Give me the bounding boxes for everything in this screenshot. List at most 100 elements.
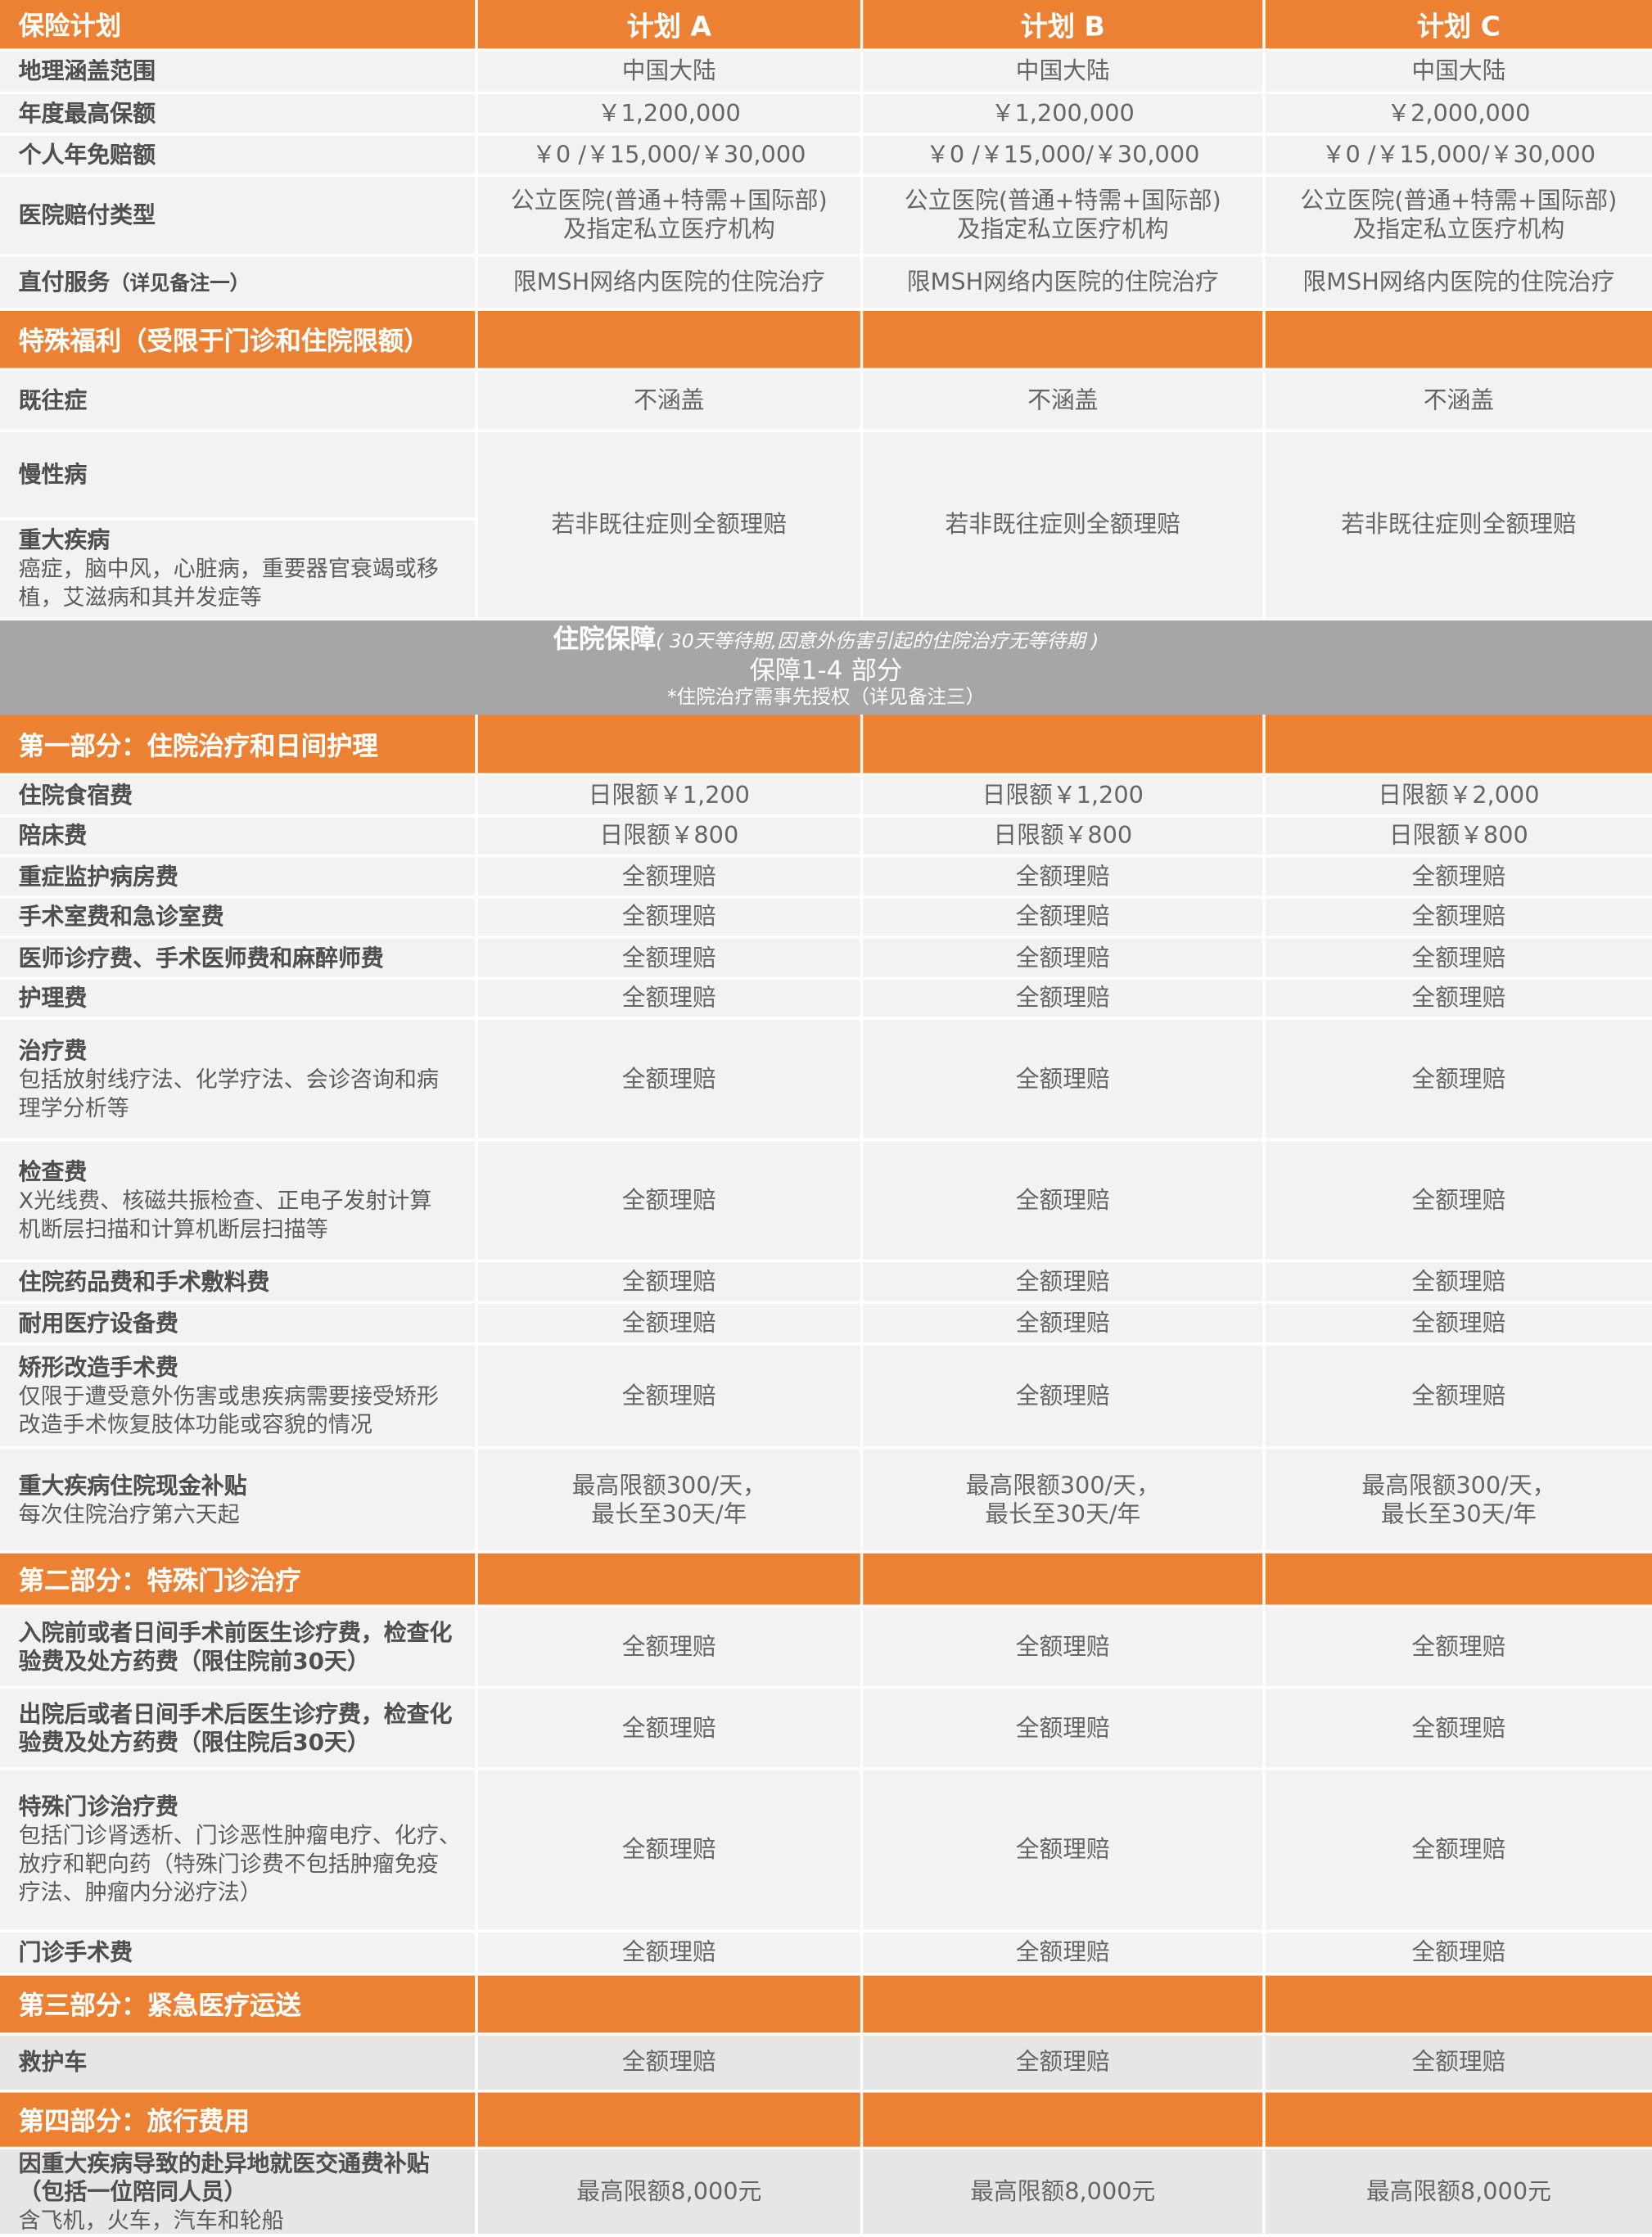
row-value: 最高限额8,000元 bbox=[1365, 2177, 1551, 2205]
section-header-part1: 第一部分：住院治疗和日间护理 bbox=[0, 715, 1652, 777]
row-label: 门诊手术费 bbox=[18, 1938, 133, 1966]
plan-c-header: 计划 C bbox=[1265, 0, 1652, 52]
row-value: 限MSH网络内医院的住院治疗 bbox=[512, 268, 825, 295]
row-value: 全额理赔 bbox=[1015, 1186, 1110, 1214]
row-value: 全额理赔 bbox=[1015, 1381, 1110, 1409]
row-label: 地理涵盖范围 bbox=[18, 56, 156, 84]
row-label: 重症监护病房费 bbox=[18, 862, 178, 890]
row-sublabel: 放疗和靶向药（特殊门诊费不包括肿瘤免疫 bbox=[18, 1851, 439, 1878]
row-value: 日限额￥1,200 bbox=[982, 781, 1144, 809]
row-label: 因重大疾病导致的赴异地就医交通费补贴 bbox=[18, 2149, 430, 2176]
row-value: 全额理赔 bbox=[1411, 862, 1506, 890]
section-title: 第一部分：住院治疗和日间护理 bbox=[0, 715, 478, 777]
row-sublabel: 仅限于遭受意外伤害或患疾病需要接受矫形 bbox=[18, 1382, 439, 1409]
row-value: 中国大陆 bbox=[1015, 56, 1110, 84]
row-label: 既往症 bbox=[18, 386, 88, 413]
row-value: 全额理赔 bbox=[1411, 1632, 1506, 1660]
row-value: 日限额￥800 bbox=[599, 821, 739, 849]
row-value: 最高限额300/天， bbox=[571, 1471, 766, 1499]
row-label: 直付服务（详见备注一） bbox=[18, 267, 250, 295]
row-sublabel: X光线费、核磁共振检查、正电子发射计算 bbox=[18, 1187, 432, 1214]
table-row: 救护车 全额理赔 全额理赔 全额理赔 bbox=[0, 2035, 1652, 2093]
table-row: 个人年免赔额 ￥0 /￥15,000/￥30,000 ￥0 /￥15,000/￥… bbox=[0, 135, 1652, 178]
row-label: 手术室费和急诊室费 bbox=[18, 903, 224, 931]
row-value: 全额理赔 bbox=[1015, 984, 1110, 1012]
row-value: 全额理赔 bbox=[1411, 1064, 1506, 1093]
row-label: 陪床费 bbox=[18, 821, 88, 849]
row-value: 最长至30天/年 bbox=[1380, 1500, 1537, 1527]
table-row: 门诊手术费 全额理赔 全额理赔 全额理赔 bbox=[0, 1933, 1652, 1976]
row-value: 日限额￥800 bbox=[1388, 821, 1528, 849]
row-value: ￥1,200,000 bbox=[991, 99, 1135, 127]
row-value: 最长至30天/年 bbox=[985, 1500, 1141, 1527]
merged-value-c: 若非既往症则全额理赔 bbox=[1265, 432, 1652, 621]
row-value: 全额理赔 bbox=[1411, 1308, 1506, 1337]
table-row: 重大疾病住院现金补贴 每次住院治疗第六天起 最高限额300/天， 最长至30天/年… bbox=[0, 1449, 1652, 1554]
row-value: 全额理赔 bbox=[621, 943, 716, 971]
section-title: 特殊福利（受限于门诊和住院限额） bbox=[0, 310, 478, 372]
banner-title-note: ( 30天等待期,因意外伤害引起的住院治疗无等待期 ) bbox=[656, 630, 1099, 654]
table-row: 矫形改造手术费 仅限于遭受意外伤害或患疾病需要接受矫形 改造手术恢复肢体功能或容… bbox=[0, 1345, 1652, 1450]
row-value: 中国大陆 bbox=[1411, 56, 1506, 84]
row-value: 限MSH网络内医院的住院治疗 bbox=[1302, 268, 1615, 295]
inpatient-banner: 住院保障( 30天等待期,因意外伤害引起的住院治疗无等待期 ) 保障1-4 部分… bbox=[0, 620, 1652, 715]
row-value: 全额理赔 bbox=[621, 984, 716, 1012]
row-value: 不涵盖 bbox=[1423, 386, 1495, 413]
row-value: 全额理赔 bbox=[1015, 943, 1110, 971]
row-value: 全额理赔 bbox=[1411, 943, 1506, 971]
row-label: 住院食宿费 bbox=[18, 781, 133, 809]
row-value: 全额理赔 bbox=[1411, 1267, 1506, 1295]
row-value: 全额理赔 bbox=[1015, 1713, 1110, 1741]
merged-value-b: 若非既往症则全额理赔 bbox=[863, 432, 1266, 621]
row-value: 及指定私立医疗机构 bbox=[956, 215, 1169, 243]
table-row: 年度最高保额 ￥1,200,000 ￥1,200,000 ￥2,000,000 bbox=[0, 94, 1652, 136]
table-row: 地理涵盖范围 中国大陆 中国大陆 中国大陆 bbox=[0, 51, 1652, 95]
row-label: 慢性病 bbox=[18, 460, 88, 488]
row-value: 最长至30天/年 bbox=[591, 1500, 747, 1527]
row-value: 全额理赔 bbox=[621, 1381, 716, 1409]
row-value: 全额理赔 bbox=[1411, 1186, 1506, 1214]
row-value: 全额理赔 bbox=[621, 1064, 716, 1093]
table-row: 护理费 全额理赔 全额理赔 全额理赔 bbox=[0, 980, 1652, 1021]
row-label: 验费及处方药费（限住院前30天） bbox=[18, 1646, 370, 1675]
row-value: 全额理赔 bbox=[621, 1713, 716, 1741]
row-value: 全额理赔 bbox=[1015, 1308, 1110, 1337]
section-title: 第四部分：旅行费用 bbox=[0, 2092, 478, 2150]
row-value: 不涵盖 bbox=[1027, 386, 1099, 413]
row-value: 全额理赔 bbox=[621, 1186, 716, 1214]
table-row: 出院后或者日间手术后医生诊疗费，检查化 验费及处方药费（限住院后30天） 全额理… bbox=[0, 1689, 1652, 1770]
row-value: 最高限额8,000元 bbox=[576, 2177, 762, 2205]
table-row: 特殊门诊治疗费 包括门诊肾透析、门诊恶性肿瘤电疗、化疗、 放疗和靶向药（特殊门诊… bbox=[0, 1770, 1652, 1933]
table-row: 医院赔付类型 公立医院(普通+特需+国际部) 及指定私立医疗机构 公立医院(普通+… bbox=[0, 177, 1652, 257]
row-sublabel: 疗法、肿瘤内分泌疗法） bbox=[18, 1879, 262, 1906]
row-value: 日限额￥1,200 bbox=[588, 781, 750, 809]
table-row: 耐用医疗设备费 全额理赔 全额理赔 全额理赔 bbox=[0, 1303, 1652, 1346]
row-value: 中国大陆 bbox=[621, 56, 716, 84]
row-value: 全额理赔 bbox=[1015, 2048, 1110, 2076]
section-title: 第三部分：紧急医疗运送 bbox=[0, 1975, 478, 2036]
row-value: 最高限额8,000元 bbox=[970, 2177, 1156, 2205]
row-value: 全额理赔 bbox=[1015, 903, 1110, 931]
row-value: 全额理赔 bbox=[1015, 1064, 1110, 1093]
row-label: 重大疾病 bbox=[18, 526, 111, 554]
row-value: 全额理赔 bbox=[621, 2048, 716, 2076]
table-row: 入院前或者日间手术前医生诊疗费，检查化 验费及处方药费（限住院前30天） 全额理… bbox=[0, 1607, 1652, 1689]
row-label: 特殊门诊治疗费 bbox=[18, 1793, 178, 1820]
row-value: 全额理赔 bbox=[1015, 1267, 1110, 1295]
row-value: 日限额￥2,000 bbox=[1378, 781, 1540, 809]
section-header-part3: 第三部分：紧急医疗运送 bbox=[0, 1975, 1652, 2036]
table-row: 检查费 X光线费、核磁共振检查、正电子发射计算 机断层扫描和计算机断层扫描等 全… bbox=[0, 1141, 1652, 1263]
table-row: 住院药品费和手术敷料费 全额理赔 全额理赔 全额理赔 bbox=[0, 1262, 1652, 1304]
table-row: 陪床费 日限额￥800 日限额￥800 日限额￥800 bbox=[0, 817, 1652, 858]
row-label: 医师诊疗费、手术医师费和麻醉师费 bbox=[18, 943, 384, 971]
page-scaler: 保险计划 计划 A 计划 B 计划 C 地理涵盖范围 中国大陆 中国大陆 中国大… bbox=[0, 0, 1652, 2237]
row-value: 全额理赔 bbox=[1411, 1938, 1506, 1966]
table-row: 手术室费和急诊室费 全额理赔 全额理赔 全额理赔 bbox=[0, 898, 1652, 939]
row-value: 全额理赔 bbox=[1411, 903, 1506, 931]
table-row: 既往症 不涵盖 不涵盖 不涵盖 bbox=[0, 371, 1652, 433]
row-sublabel: 癌症，脑中风，心脏病，重要器官衰竭或移 bbox=[18, 556, 439, 583]
row-label: 年度最高保额 bbox=[18, 99, 156, 127]
row-value: 公立医院(普通+特需+国际部) bbox=[1300, 187, 1618, 214]
row-value: 日限额￥800 bbox=[993, 821, 1133, 849]
section-header-part2: 第二部分：特殊门诊治疗 bbox=[0, 1553, 1652, 1608]
